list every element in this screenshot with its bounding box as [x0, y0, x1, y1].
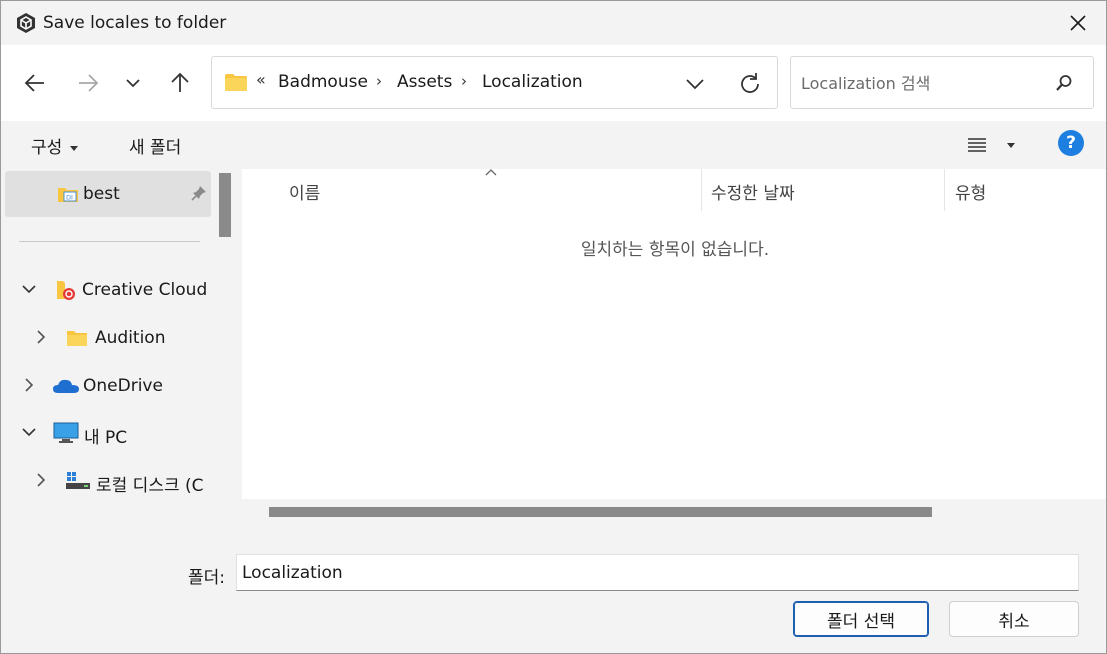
- column-header-name[interactable]: 이름: [289, 179, 320, 204]
- forward-button[interactable]: [70, 65, 106, 101]
- organize-label: 구성: [31, 138, 63, 158]
- recent-locations-button[interactable]: [115, 65, 151, 101]
- column-separator[interactable]: [701, 169, 702, 211]
- sidebar-scrollbar-thumb[interactable]: [219, 173, 231, 237]
- monitor-icon: [53, 422, 79, 443]
- sidebar-item-this-pc[interactable]: 내 PC: [5, 410, 211, 456]
- sidebar-item-label: OneDrive: [83, 376, 163, 396]
- navigation-pane: DI best Creative Cloud F Audition OneDri…: [1, 169, 236, 523]
- column-header-type[interactable]: 유형: [955, 179, 986, 204]
- navigation-bar: « Badmouse › Assets › Localization: [1, 45, 1106, 121]
- svg-text:DI: DI: [66, 194, 73, 202]
- empty-list-message: 일치하는 항목이 없습니다.: [580, 240, 770, 260]
- view-options-button[interactable]: [967, 131, 1023, 159]
- chevron-right-icon[interactable]: [33, 472, 49, 488]
- caret-down-icon: [70, 145, 79, 151]
- sidebar-item-label: Creative Cloud F: [82, 280, 223, 300]
- chevron-down-icon[interactable]: [21, 281, 37, 297]
- column-separator[interactable]: [944, 169, 945, 211]
- help-button[interactable]: ?: [1058, 130, 1084, 156]
- sidebar-item-local-disk-c[interactable]: 로컬 디스크 (C: [5, 458, 211, 504]
- sidebar-item-onedrive[interactable]: OneDrive: [5, 363, 211, 409]
- file-list: 이름 수정한 날짜 유형 일치하는 항목이 없습니다.: [242, 169, 1106, 523]
- windows-drive-icon: [66, 472, 90, 489]
- breadcrumb-separator[interactable]: ›: [376, 72, 382, 90]
- command-bar: 구성 새 폴더 ?: [1, 121, 1106, 169]
- breadcrumb-overflow[interactable]: «: [256, 70, 266, 89]
- sidebar-item-label: 로컬 디스크 (C: [96, 476, 204, 496]
- refresh-icon[interactable]: [736, 70, 764, 98]
- arrow-left-icon: [24, 74, 44, 92]
- breadcrumb-separator[interactable]: ›: [461, 72, 467, 90]
- new-folder-button[interactable]: 새 폴더: [129, 133, 181, 158]
- folder-field-label: 폴더:: [188, 568, 226, 588]
- chevron-down-icon: [126, 79, 140, 88]
- organize-menu[interactable]: 구성: [31, 133, 79, 158]
- list-view-icon: [968, 138, 986, 152]
- sidebar-item-creative-cloud[interactable]: Creative Cloud F: [5, 267, 222, 313]
- up-button[interactable]: [162, 65, 198, 101]
- breadcrumb-badmouse[interactable]: Badmouse: [278, 72, 368, 92]
- chevron-right-icon[interactable]: [33, 329, 49, 345]
- search-box[interactable]: [790, 56, 1094, 109]
- title-bar: Save locales to folder: [1, 1, 1106, 45]
- dialog-footer: 폴더: 폴더 선택 취소: [1, 523, 1106, 653]
- caret-down-icon: [1007, 142, 1015, 148]
- close-button[interactable]: [1050, 1, 1106, 45]
- folder-icon: [67, 331, 87, 346]
- back-button[interactable]: [17, 65, 53, 101]
- sidebar-item-best[interactable]: DI best: [5, 171, 211, 217]
- sort-ascending-icon: [485, 169, 497, 176]
- chevron-right-icon[interactable]: [21, 377, 37, 393]
- pin-icon[interactable]: [191, 185, 207, 201]
- sidebar-item-audition[interactable]: Audition: [5, 315, 211, 361]
- sidebar-item-label: Audition: [95, 328, 166, 348]
- unity-app-icon: [17, 13, 35, 33]
- horizontal-scrollbar-thumb[interactable]: [269, 507, 932, 517]
- folder-icon: [225, 74, 247, 91]
- special-folder-icon: DI: [58, 188, 78, 202]
- sidebar-item-label: 내 PC: [84, 428, 128, 448]
- address-bar[interactable]: « Badmouse › Assets › Localization: [211, 56, 778, 109]
- cancel-button[interactable]: 취소: [949, 601, 1079, 637]
- select-folder-button[interactable]: 폴더 선택: [793, 601, 929, 637]
- sidebar-divider: [19, 241, 200, 242]
- arrow-up-icon: [171, 72, 189, 92]
- arrow-right-icon: [79, 74, 99, 92]
- close-icon: [1070, 15, 1086, 31]
- search-input[interactable]: [801, 69, 1041, 97]
- sidebar-item-label: best: [83, 184, 120, 204]
- window-title: Save locales to folder: [43, 13, 227, 33]
- onedrive-cloud-icon: [53, 379, 79, 393]
- breadcrumb-assets[interactable]: Assets: [397, 72, 452, 92]
- folder-name-input[interactable]: [236, 554, 1079, 591]
- search-icon[interactable]: [1055, 74, 1073, 92]
- address-history-chevron-icon[interactable]: [682, 71, 708, 97]
- breadcrumb-localization[interactable]: Localization: [482, 72, 583, 92]
- save-dialog: Save locales to folder « Badmouse › Asse…: [0, 0, 1107, 654]
- creative-cloud-folder-icon: [57, 281, 75, 300]
- column-header-date-modified[interactable]: 수정한 날짜: [711, 179, 795, 204]
- chevron-down-icon[interactable]: [21, 424, 37, 440]
